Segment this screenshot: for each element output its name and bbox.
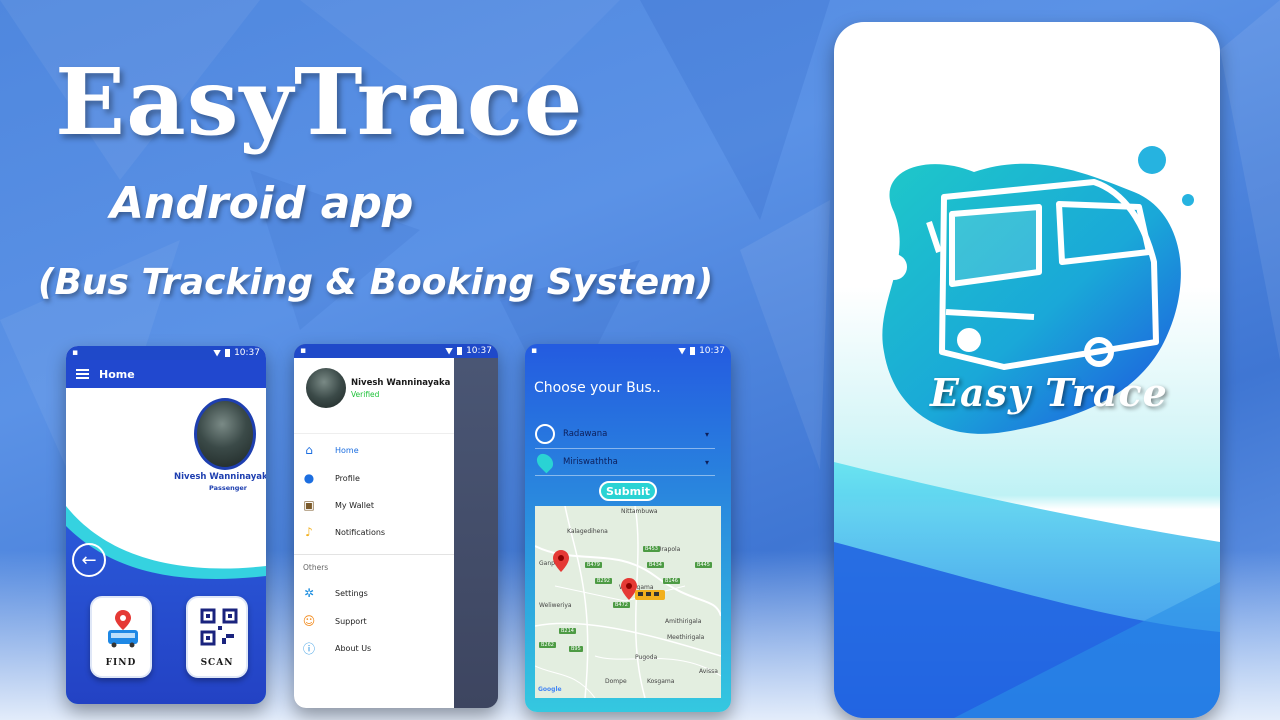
status-bar: ▪ 10:37 xyxy=(294,344,498,358)
drawer-header: Nivesh Wanninayaka Verified xyxy=(294,358,454,434)
wifi-icon xyxy=(678,347,687,355)
gear-icon: ✲ xyxy=(303,586,315,600)
bus-icon[interactable] xyxy=(635,590,665,602)
home-screen: ▪ 10:37 Home Nivesh Wanninayaka Passenge… xyxy=(66,346,266,704)
drawer-user-name: Nivesh Wanninayaka xyxy=(351,378,451,388)
route-badge: B434 xyxy=(647,562,664,568)
route-badge: B95 xyxy=(569,646,583,652)
drawer-item-profile[interactable]: ● Profile xyxy=(302,471,360,485)
drawer-item-label: Home xyxy=(335,445,359,455)
battery-icon xyxy=(225,349,231,357)
status-time: 10:37 xyxy=(466,346,492,356)
route-badge: B472 xyxy=(613,602,630,608)
splash-screen: Easy Trace xyxy=(834,22,1220,718)
status-time: 10:37 xyxy=(699,346,725,356)
drawer-section-title: Others xyxy=(303,563,329,572)
dimmed-home-screen[interactable] xyxy=(454,358,498,708)
status-bar: ▪ 10:37 xyxy=(66,346,266,360)
bus-location-icon xyxy=(108,610,138,648)
find-button[interactable]: FIND xyxy=(90,596,152,678)
navigation-drawer: Nivesh Wanninayaka Verified ⌂ Home ● Pro… xyxy=(294,358,454,708)
drawer-item-label: Notifications xyxy=(335,527,386,537)
splash-logo-text: Easy Trace xyxy=(930,370,1168,415)
user-role: Passenger xyxy=(209,484,248,492)
appbar-title: Home xyxy=(99,367,135,381)
app-tagline: (Bus Tracking & Booking System) xyxy=(38,262,714,303)
crosshair-icon xyxy=(535,424,555,444)
map-label: Dompe xyxy=(605,678,627,685)
wifi-icon xyxy=(213,349,222,357)
submit-button[interactable]: Submit xyxy=(599,481,657,501)
from-location-value: Radawana xyxy=(563,429,608,439)
drawer-item-label: About Us xyxy=(335,643,372,653)
map-label: Amithirigala xyxy=(665,618,702,625)
map-pin-icon xyxy=(533,450,557,474)
drawer-item-support[interactable]: ☺ Support xyxy=(302,614,367,628)
route-badge: B479 xyxy=(585,562,602,568)
user-name: Nivesh Wanninayaka xyxy=(174,472,266,482)
battery-icon xyxy=(690,347,696,355)
app-title: EasyTrace xyxy=(55,48,584,156)
google-logo: Google xyxy=(538,686,562,693)
battery-icon xyxy=(457,347,463,355)
qr-code-icon xyxy=(200,608,238,646)
info-icon: ⓘ xyxy=(302,641,315,656)
drawer-item-label: Support xyxy=(335,616,367,626)
map-label: Avissa xyxy=(699,668,718,675)
wifi-icon xyxy=(445,347,454,355)
wallet-icon: ▣ xyxy=(303,498,315,512)
logout-icon[interactable]: ← xyxy=(72,543,106,577)
map-label: Pugoda xyxy=(635,654,658,661)
map-label: Meethirigala xyxy=(667,634,705,641)
android-icon: ▪ xyxy=(72,348,79,358)
route-badge: B262 xyxy=(539,642,556,648)
app-subtitle: Android app xyxy=(110,178,414,229)
screen-title: Choose your Bus.. xyxy=(534,380,661,396)
drawer-item-home[interactable]: ⌂ Home xyxy=(302,443,359,457)
status-time: 10:37 xyxy=(234,348,260,358)
drawer-divider xyxy=(294,554,454,555)
to-location-select[interactable]: Miriswaththa ▾ xyxy=(533,450,715,476)
map-label: Weliweriya xyxy=(539,602,572,609)
drawer-screen: ▪ 10:37 Nivesh Wanninayaka Verified ⌂ Ho… xyxy=(294,344,498,708)
scan-button[interactable]: SCAN xyxy=(186,596,248,678)
route-badge: B146 xyxy=(663,578,680,584)
drawer-item-settings[interactable]: ✲ Settings xyxy=(302,586,368,600)
scan-label: SCAN xyxy=(200,658,234,668)
from-location-select[interactable]: Radawana ▾ xyxy=(535,424,715,449)
android-icon: ▪ xyxy=(531,346,538,356)
status-bar: ▪ 10:37 xyxy=(525,344,731,358)
bell-icon: ♪ xyxy=(305,525,313,539)
user-avatar[interactable] xyxy=(306,368,346,408)
user-avatar[interactable] xyxy=(194,398,256,470)
route-badge: B453 xyxy=(643,546,660,552)
verified-status: Verified xyxy=(351,390,380,399)
drawer-item-notifications[interactable]: ♪ Notifications xyxy=(302,525,385,539)
find-label: FIND xyxy=(105,658,137,668)
chevron-down-icon: ▾ xyxy=(704,429,709,439)
route-badge: B445 xyxy=(695,562,712,568)
drawer-item-wallet[interactable]: ▣ My Wallet xyxy=(302,498,374,512)
support-icon: ☺ xyxy=(302,614,316,628)
app-bar: Home xyxy=(66,360,266,388)
map-label: Urapola xyxy=(657,546,681,553)
drawer-item-label: Profile xyxy=(335,473,360,483)
profile-icon: ● xyxy=(303,471,315,485)
route-badge: B214 xyxy=(559,628,576,634)
route-map[interactable]: Nittambuwa Kalagedihena Urapola Weliweri… xyxy=(535,506,721,698)
map-label: Kosgama xyxy=(647,678,675,685)
home-icon: ⌂ xyxy=(305,443,313,457)
route-badge: B292 xyxy=(595,578,612,584)
to-location-value: Miriswaththa xyxy=(563,457,618,467)
chevron-down-icon: ▾ xyxy=(704,457,709,467)
android-icon: ▪ xyxy=(300,346,307,356)
drawer-item-about[interactable]: ⓘ About Us xyxy=(302,641,372,656)
drawer-item-label: Settings xyxy=(335,588,368,598)
menu-icon[interactable] xyxy=(76,369,89,379)
drawer-item-label: My Wallet xyxy=(335,500,374,510)
map-label: Nittambuwa xyxy=(621,508,658,515)
choose-bus-screen: ▪ 10:37 Choose your Bus.. Radawana ▾ Mir… xyxy=(525,344,731,712)
map-label: Kalagedihena xyxy=(567,528,608,535)
map-marker-icon[interactable] xyxy=(553,550,569,572)
